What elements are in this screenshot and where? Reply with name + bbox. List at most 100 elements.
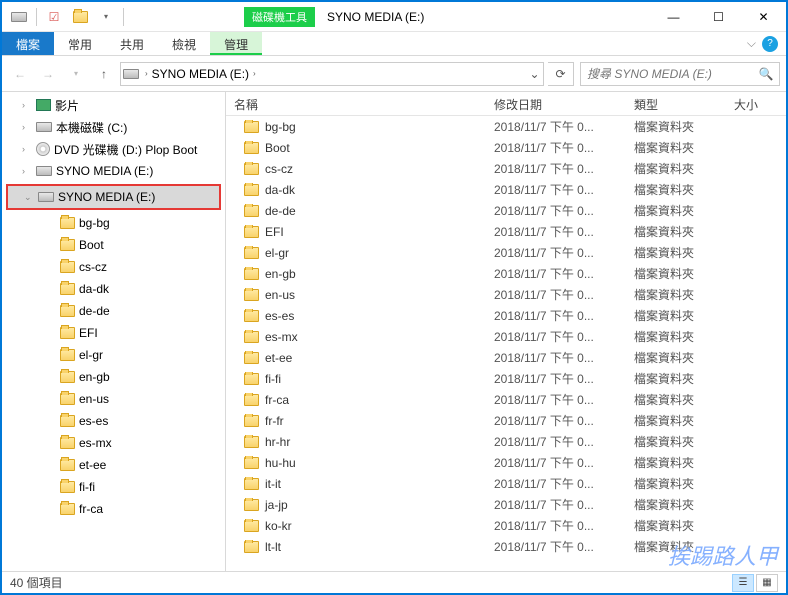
up-button[interactable]: ↑ [92,62,116,86]
maximize-button[interactable]: ☐ [696,2,741,31]
thumbnails-view-button[interactable]: ▦ [756,574,778,592]
file-row[interactable]: hr-hr2018/11/7 下午 0...檔案資料夾 [226,431,786,452]
file-row[interactable]: cs-cz2018/11/7 下午 0...檔案資料夾 [226,158,786,179]
details-view-button[interactable]: ☰ [732,574,754,592]
column-size[interactable]: 大小 [726,92,786,115]
tree-item[interactable]: es-es [2,410,225,432]
tree-item[interactable]: de-de [2,300,225,322]
ribbon-tab-home[interactable]: 常用 [54,32,106,55]
tree-item[interactable]: Boot [2,234,225,256]
file-name-cell[interactable]: fi-fi [226,372,486,386]
ribbon-tab-share[interactable]: 共用 [106,32,158,55]
expand-icon[interactable]: › [22,122,32,132]
ribbon-tab-view[interactable]: 檢視 [158,32,210,55]
tree-item[interactable]: ›影片 [2,94,225,116]
file-row[interactable]: lt-lt2018/11/7 下午 0...檔案資料夾 [226,536,786,557]
address-history-button[interactable]: ⌄ [525,67,543,81]
file-name-cell[interactable]: cs-cz [226,162,486,176]
file-name-cell[interactable]: es-mx [226,330,486,344]
file-row[interactable]: ko-kr2018/11/7 下午 0...檔案資料夾 [226,515,786,536]
tree-item[interactable]: en-gb [2,366,225,388]
file-row[interactable]: fr-fr2018/11/7 下午 0...檔案資料夾 [226,410,786,431]
expand-icon[interactable]: › [22,100,32,110]
file-row[interactable]: it-it2018/11/7 下午 0...檔案資料夾 [226,473,786,494]
tree-item[interactable]: es-mx [2,432,225,454]
column-name[interactable]: 名稱 [226,92,486,115]
file-rows[interactable]: bg-bg2018/11/7 下午 0...檔案資料夾Boot2018/11/7… [226,116,786,571]
expand-icon[interactable]: › [22,144,32,154]
file-row[interactable]: de-de2018/11/7 下午 0...檔案資料夾 [226,200,786,221]
tree-item[interactable]: el-gr [2,344,225,366]
file-row[interactable]: en-gb2018/11/7 下午 0...檔案資料夾 [226,263,786,284]
file-row[interactable]: Boot2018/11/7 下午 0...檔案資料夾 [226,137,786,158]
qat-customize-button[interactable]: ▾ [95,6,117,28]
file-name-cell[interactable]: en-us [226,288,486,302]
properties-button[interactable]: ☑ [43,6,65,28]
close-button[interactable]: ✕ [741,2,786,31]
tree-item[interactable]: ›DVD 光碟機 (D:) Plop Boot [2,138,225,160]
expand-icon[interactable]: › [22,166,32,176]
file-name-cell[interactable]: fr-fr [226,414,486,428]
file-row[interactable]: es-mx2018/11/7 下午 0...檔案資料夾 [226,326,786,347]
tree-item[interactable]: en-us [2,388,225,410]
file-name-cell[interactable]: EFI [226,225,486,239]
ribbon-expand-button[interactable]: ⌵ [747,36,756,51]
file-name-cell[interactable]: et-ee [226,351,486,365]
file-name-cell[interactable]: bg-bg [226,120,486,134]
breadcrumb[interactable]: › SYNO MEDIA (E:) › [141,67,260,81]
recent-locations-button[interactable]: ▾ [64,62,88,86]
file-type-cell: 檔案資料夾 [626,307,726,324]
file-row[interactable]: es-es2018/11/7 下午 0...檔案資料夾 [226,305,786,326]
file-name-cell[interactable]: el-gr [226,246,486,260]
file-name-cell[interactable]: lt-lt [226,540,486,554]
tree-item[interactable]: ›SYNO MEDIA (E:) [2,160,225,182]
file-row[interactable]: en-us2018/11/7 下午 0...檔案資料夾 [226,284,786,305]
file-row[interactable]: EFI2018/11/7 下午 0...檔案資料夾 [226,221,786,242]
search-icon[interactable]: 🔍 [753,67,779,81]
forward-button[interactable]: → [36,62,60,86]
file-name-cell[interactable]: hr-hr [226,435,486,449]
tree-item[interactable]: et-ee [2,454,225,476]
tree-item[interactable]: EFI [2,322,225,344]
file-row[interactable]: bg-bg2018/11/7 下午 0...檔案資料夾 [226,116,786,137]
file-row[interactable]: hu-hu2018/11/7 下午 0...檔案資料夾 [226,452,786,473]
new-folder-button[interactable] [69,6,91,28]
file-name-cell[interactable]: de-de [226,204,486,218]
file-name-cell[interactable]: fr-ca [226,393,486,407]
file-name-cell[interactable]: hu-hu [226,456,486,470]
address-bar[interactable]: › SYNO MEDIA (E:) › ⌄ [120,62,544,86]
file-row[interactable]: ja-jp2018/11/7 下午 0...檔案資料夾 [226,494,786,515]
file-row[interactable]: da-dk2018/11/7 下午 0...檔案資料夾 [226,179,786,200]
search-box[interactable]: 🔍 [580,62,780,86]
file-name-cell[interactable]: it-it [226,477,486,491]
minimize-button[interactable]: — [651,2,696,31]
tree-item[interactable]: bg-bg [2,212,225,234]
breadcrumb-label[interactable]: SYNO MEDIA (E:) [152,67,249,81]
tree-item[interactable]: ›本機磁碟 (C:) [2,116,225,138]
navigation-pane[interactable]: ›影片›本機磁碟 (C:)›DVD 光碟機 (D:) Plop Boot›SYN… [2,92,226,571]
file-name-cell[interactable]: en-gb [226,267,486,281]
file-name-cell[interactable]: da-dk [226,183,486,197]
expand-icon[interactable]: ⌄ [24,192,34,203]
file-name-cell[interactable]: ja-jp [226,498,486,512]
file-row[interactable]: el-gr2018/11/7 下午 0...檔案資料夾 [226,242,786,263]
search-input[interactable] [581,67,753,81]
tree-item[interactable]: fr-ca [2,498,225,520]
file-name-cell[interactable]: Boot [226,141,486,155]
tree-item[interactable]: fi-fi [2,476,225,498]
file-row[interactable]: fi-fi2018/11/7 下午 0...檔案資料夾 [226,368,786,389]
refresh-button[interactable]: ⟳ [548,62,574,86]
back-button[interactable]: ← [8,62,32,86]
file-name-cell[interactable]: ko-kr [226,519,486,533]
column-date[interactable]: 修改日期 [486,92,626,115]
ribbon-tab-file[interactable]: 檔案 [2,32,54,55]
ribbon-tab-manage[interactable]: 管理 [210,32,262,55]
tree-item[interactable]: ⌄SYNO MEDIA (E:) [6,184,221,210]
file-row[interactable]: fr-ca2018/11/7 下午 0...檔案資料夾 [226,389,786,410]
file-name-cell[interactable]: es-es [226,309,486,323]
help-icon[interactable]: ? [762,36,778,52]
tree-item[interactable]: cs-cz [2,256,225,278]
column-type[interactable]: 類型 [626,92,726,115]
tree-item[interactable]: da-dk [2,278,225,300]
file-row[interactable]: et-ee2018/11/7 下午 0...檔案資料夾 [226,347,786,368]
